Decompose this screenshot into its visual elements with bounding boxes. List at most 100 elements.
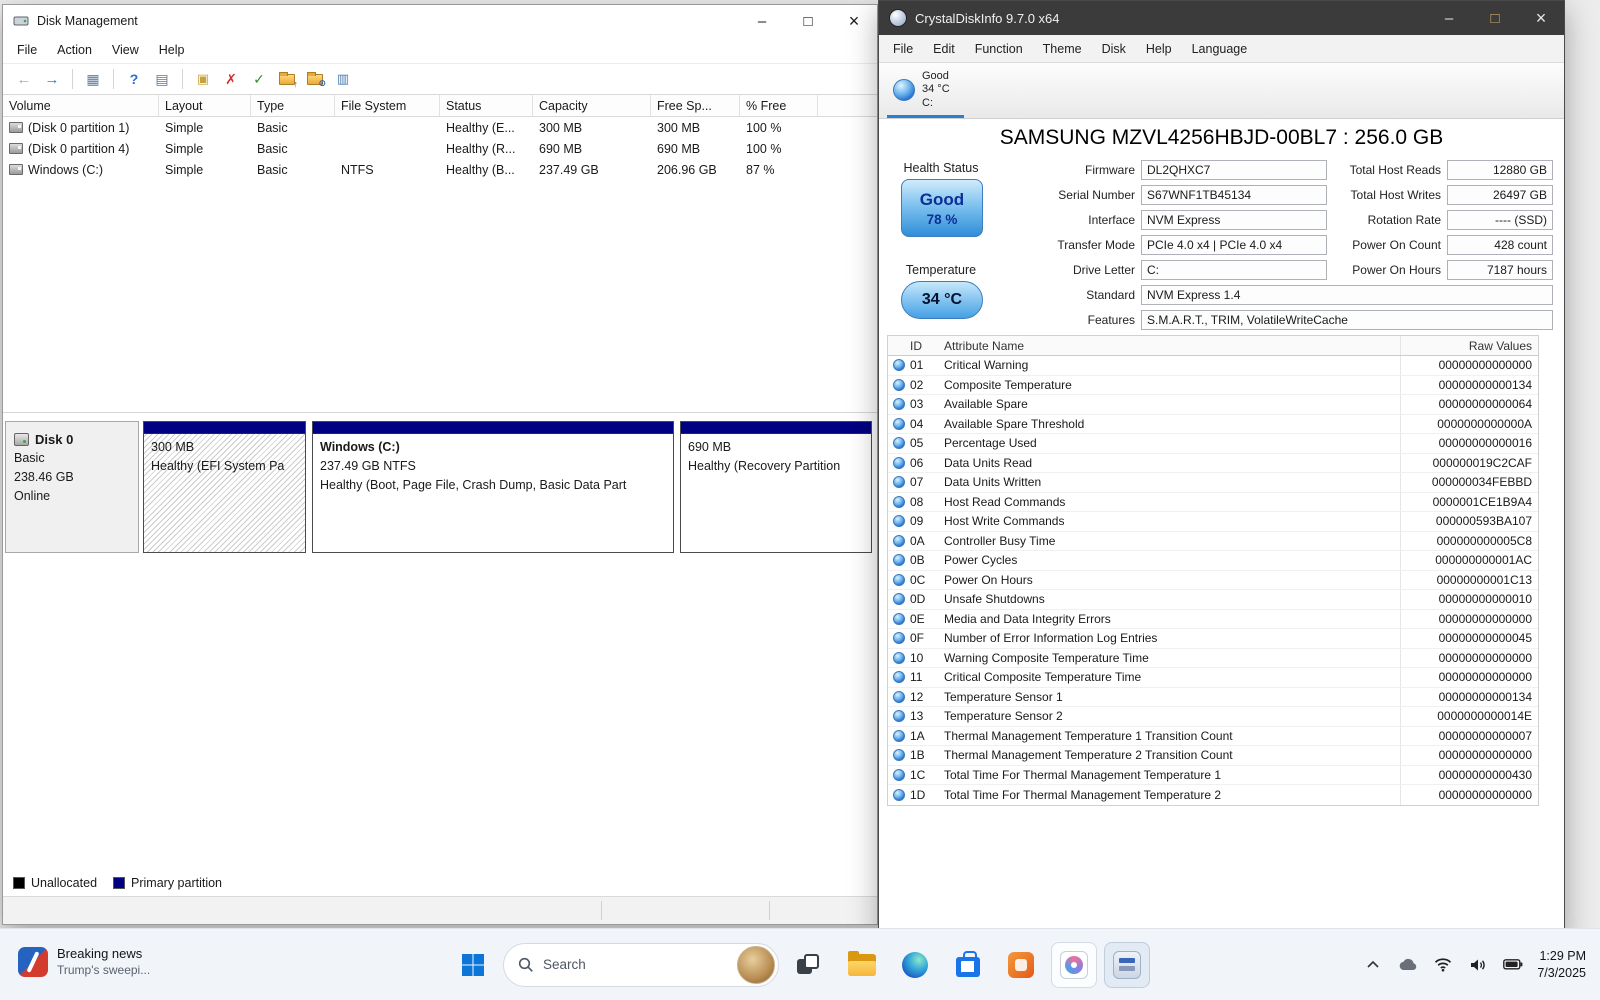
smart-row[interactable]: 1D Total Time For Thermal Management Tem… — [888, 785, 1538, 805]
smart-row[interactable]: 0B Power Cycles 000000000001AC — [888, 551, 1538, 571]
properties-icon[interactable]: ▥ — [332, 68, 354, 90]
smart-row[interactable]: 09 Host Write Commands 000000593BA107 — [888, 512, 1538, 532]
volume-row[interactable]: (Disk 0 partition 1) Simple Basic Health… — [3, 117, 877, 138]
field-value: 7187 hours — [1447, 260, 1553, 280]
menu-item[interactable]: Help — [1136, 38, 1182, 60]
smart-row[interactable]: 1A Thermal Management Temperature 1 Tran… — [888, 727, 1538, 747]
partition-recovery[interactable]: 690 MB Healthy (Recovery Partition — [680, 421, 872, 553]
search-box[interactable]: Search — [503, 943, 779, 987]
console-tree-icon[interactable]: ▦ — [82, 68, 104, 90]
header-capacity[interactable]: Capacity — [533, 95, 651, 116]
partition-windows-c[interactable]: Windows (C:) 237.49 GB NTFS Healthy (Boo… — [312, 421, 674, 553]
clock[interactable]: 1:29 PM 7/3/2025 — [1537, 948, 1586, 982]
disk-management-taskbar-button[interactable] — [1104, 942, 1150, 988]
folder-search-icon[interactable]: ⊙ — [304, 68, 326, 90]
menu-item[interactable]: View — [102, 40, 149, 60]
smart-row[interactable]: 12 Temperature Sensor 1 00000000000134 — [888, 688, 1538, 708]
smart-row[interactable]: 10 Warning Composite Temperature Time 00… — [888, 649, 1538, 669]
smart-row[interactable]: 07 Data Units Written 000000034FEBBD — [888, 473, 1538, 493]
smart-table-body: 01 Critical Warning 00000000000000 02 Co… — [888, 356, 1538, 805]
smart-row[interactable]: 05 Percentage Used 00000000000016 — [888, 434, 1538, 454]
edge-browser-button[interactable] — [892, 942, 938, 988]
action-menu-icon[interactable]: ▣ — [192, 68, 214, 90]
smart-row[interactable]: 13 Temperature Sensor 2 0000000000014E — [888, 707, 1538, 727]
volume-row[interactable]: (Disk 0 partition 4) Simple Basic Health… — [3, 138, 877, 159]
menu-item[interactable]: Theme — [1033, 38, 1092, 60]
folder-up-icon[interactable]: ↑ — [276, 68, 298, 90]
smart-row[interactable]: 1C Total Time For Thermal Management Tem… — [888, 766, 1538, 786]
menu-item[interactable]: File — [7, 40, 47, 60]
volume-icon[interactable] — [1467, 952, 1489, 978]
app-orange-button[interactable] — [998, 942, 1044, 988]
help-icon[interactable]: ? — [123, 68, 145, 90]
volume-row[interactable]: Windows (C:) Simple Basic NTFS Healthy (… — [3, 159, 877, 180]
menu-item[interactable]: Help — [149, 40, 195, 60]
smart-header-name[interactable]: Attribute Name — [942, 339, 1400, 353]
close-button[interactable]: × — [831, 5, 877, 37]
smart-row[interactable]: 0E Media and Data Integrity Errors 00000… — [888, 610, 1538, 630]
disk0-info-panel[interactable]: Disk 0 Basic 238.46 GB Online — [5, 421, 139, 553]
header-type[interactable]: Type — [251, 95, 335, 116]
header-free-space[interactable]: Free Sp... — [651, 95, 740, 116]
menu-item[interactable]: Edit — [923, 38, 965, 60]
smart-row[interactable]: 03 Available Spare 00000000000064 — [888, 395, 1538, 415]
search-highlight-image[interactable] — [737, 946, 775, 984]
maximize-button[interactable]: □ — [785, 5, 831, 37]
check-icon[interactable]: ✓ — [248, 68, 270, 90]
smart-row[interactable]: 02 Composite Temperature 00000000000134 — [888, 376, 1538, 396]
smart-row[interactable]: 0D Unsafe Shutdowns 00000000000010 — [888, 590, 1538, 610]
dm-titlebar[interactable]: Disk Management – □ × — [3, 5, 877, 37]
menu-item[interactable]: Function — [965, 38, 1033, 60]
header-volume[interactable]: Volume — [3, 95, 159, 116]
file-explorer-button[interactable] — [839, 942, 885, 988]
smart-row[interactable]: 04 Available Spare Threshold 00000000000… — [888, 415, 1538, 435]
battery-icon[interactable] — [1502, 952, 1524, 978]
header-pct-free[interactable]: % Free — [740, 95, 818, 116]
menu-item[interactable]: Disk — [1092, 38, 1136, 60]
task-view-button[interactable] — [786, 942, 832, 988]
menu-item[interactable]: Language — [1182, 38, 1258, 60]
smart-row[interactable]: 01 Critical Warning 00000000000000 — [888, 356, 1538, 376]
menu-item[interactable]: File — [883, 38, 923, 60]
partition-efi-system[interactable]: 300 MB Healthy (EFI System Pa — [143, 421, 306, 553]
back-icon[interactable]: ← — [13, 68, 35, 90]
tray-chevron-up-icon[interactable] — [1362, 952, 1384, 978]
smart-row[interactable]: 11 Critical Composite Temperature Time 0… — [888, 668, 1538, 688]
disk0-status: Online — [14, 487, 130, 506]
smart-row[interactable]: 06 Data Units Read 000000019C2CAF — [888, 454, 1538, 474]
field-value: S.M.A.R.T., TRIM, VolatileWriteCache — [1141, 310, 1553, 330]
maximize-button[interactable]: □ — [1472, 1, 1518, 35]
crystaldiskinfo-taskbar-button[interactable] — [1051, 942, 1097, 988]
start-button[interactable] — [450, 942, 496, 988]
partition-size: 300 MB — [151, 438, 298, 457]
drive-tab-c[interactable]: Good 34 °C C: — [887, 63, 964, 118]
header-status[interactable]: Status — [440, 95, 533, 116]
smart-raw: 0000000000014E — [1400, 707, 1538, 726]
smart-row[interactable]: 0F Number of Error Information Log Entri… — [888, 629, 1538, 649]
microsoft-store-button[interactable] — [945, 942, 991, 988]
header-file-system[interactable]: File System — [335, 95, 440, 116]
smart-row[interactable]: 0C Power On Hours 00000000001C13 — [888, 571, 1538, 591]
minimize-button[interactable]: – — [1426, 1, 1472, 35]
smart-row[interactable]: 08 Host Read Commands 0000001CE1B9A4 — [888, 493, 1538, 513]
menu-item[interactable]: Action — [47, 40, 102, 60]
smart-name: Host Read Commands — [942, 495, 1400, 509]
forward-icon[interactable]: → — [41, 68, 63, 90]
details-pane-icon[interactable]: ▤ — [151, 68, 173, 90]
close-button[interactable]: × — [1518, 1, 1564, 35]
widgets-button[interactable]: Breaking news Trump's sweepi... — [10, 941, 158, 983]
smart-header-raw[interactable]: Raw Values — [1400, 336, 1538, 355]
legend-label: Primary partition — [131, 876, 222, 890]
temperature-button[interactable]: 34 °C — [901, 281, 983, 319]
delete-volume-icon[interactable]: ✗ — [220, 68, 242, 90]
minimize-button[interactable]: – — [739, 5, 785, 37]
wifi-icon[interactable] — [1432, 952, 1454, 978]
onedrive-icon[interactable] — [1397, 952, 1419, 978]
header-layout[interactable]: Layout — [159, 95, 251, 116]
smart-header-id[interactable]: ID — [910, 339, 942, 353]
health-status-button[interactable]: Good 78 % — [901, 179, 983, 237]
cdi-titlebar[interactable]: CrystalDiskInfo 9.7.0 x64 – □ × — [879, 1, 1564, 35]
smart-row[interactable]: 1B Thermal Management Temperature 2 Tran… — [888, 746, 1538, 766]
smart-row[interactable]: 0A Controller Busy Time 000000000005C8 — [888, 532, 1538, 552]
smart-raw: 00000000000010 — [1400, 590, 1538, 609]
